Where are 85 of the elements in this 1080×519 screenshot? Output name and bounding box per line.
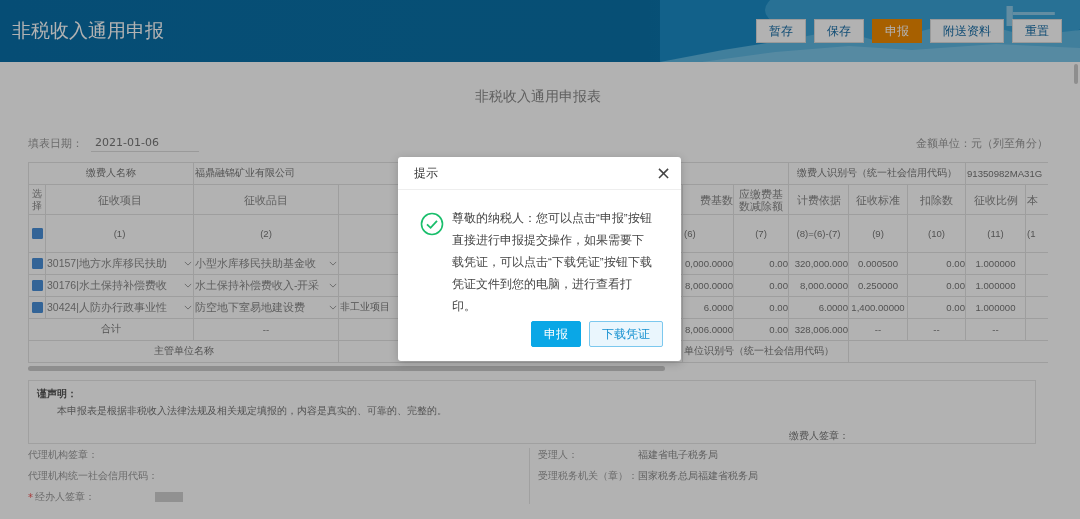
caret-icon <box>329 261 337 266</box>
table-cell: 0.00 <box>733 252 789 275</box>
check-circle-icon <box>420 212 444 236</box>
table-cell: 0.00 <box>907 274 966 297</box>
table-cell: (10) <box>907 214 966 253</box>
table-cell: -- <box>848 318 908 341</box>
dialog-title: 提示 <box>414 164 438 182</box>
toolbar-button[interactable]: 保存 <box>814 19 864 43</box>
table-cell: 6.0000 <box>788 296 849 319</box>
dialog-button[interactable]: 申报 <box>531 321 581 347</box>
table-cell: (1) <box>45 214 194 253</box>
date-field[interactable]: 2021-01-06 <box>91 134 199 152</box>
unit-note: 金额单位：元（列至角分） <box>916 135 1048 151</box>
table-cell: (11) <box>965 214 1026 253</box>
field-label: 受理税务机关（章）： <box>537 469 638 483</box>
column-header: 征收比例 <box>965 184 1026 215</box>
table-cell: 8,006.0000 <box>682 318 734 341</box>
toolbar-button[interactable]: 暂存 <box>756 19 806 43</box>
declaration-text: 本申报表是根据非税收入法律法规及相关规定填报的，内容是真实的、可靠的、完整的。 <box>56 404 448 418</box>
caret-icon <box>184 261 192 266</box>
column-header: 征收标准 <box>848 184 908 215</box>
column-header: 应缴费基数减除额 <box>733 184 789 215</box>
checkbox[interactable] <box>31 280 43 292</box>
field-value: 国家税务总局福建省税务局 <box>637 469 758 483</box>
table-cell: 缴费人名称 <box>28 162 194 185</box>
caret-icon <box>184 283 192 288</box>
column-header: 征收品目 <box>193 184 339 215</box>
signature-label: 缴费人签章： <box>789 429 849 443</box>
scrollbar[interactable] <box>1074 64 1078 84</box>
table-cell: -- <box>907 318 966 341</box>
table-cell: 合计 <box>28 318 194 341</box>
table-cell: 0.00 <box>733 274 789 297</box>
table-cell: 320,000.000 <box>788 252 849 275</box>
table-cell: (9) <box>848 214 908 253</box>
toolbar-button[interactable]: 附送资料 <box>930 19 1004 43</box>
required-mark: * <box>28 491 33 503</box>
table-cell: 0.00 <box>907 252 966 275</box>
caret-icon <box>184 305 192 310</box>
table-cell: 0.00 <box>733 318 789 341</box>
checkbox[interactable] <box>31 258 43 270</box>
table-cell: 1.000000 <box>965 296 1026 319</box>
table-cell: (7) <box>733 214 789 253</box>
checkbox[interactable] <box>31 228 43 240</box>
caret-icon <box>329 305 337 310</box>
form-title: 非税收入通用申报表 <box>474 87 602 106</box>
field-label: 经办人签章： <box>35 490 95 504</box>
table-cell: (8)=(6)-(7) <box>788 214 849 253</box>
field-value: 福建省电子税务局 <box>637 448 718 462</box>
column-header: 扣除数 <box>907 184 966 215</box>
checkbox[interactable] <box>31 302 43 314</box>
table-cell: 0.00 <box>907 296 966 319</box>
table-cell: -- <box>965 318 1026 341</box>
page-title: 非税收入通用申报 <box>12 18 164 43</box>
table-cell: -- <box>193 318 339 341</box>
table-cell: 6.0000 <box>682 296 734 319</box>
table-cell: 0.00 <box>733 296 789 319</box>
field-label: 代理机构签章： <box>28 448 98 462</box>
table-cell: 328,006.000 <box>788 318 849 341</box>
date-label: 填表日期： <box>28 135 83 151</box>
close-button[interactable]: × <box>655 164 671 182</box>
table-cell: 0.000500 <box>848 252 908 275</box>
table-cell: (2) <box>193 214 339 253</box>
column-header: 选择 <box>28 184 46 215</box>
toolbar-button[interactable]: 申报 <box>872 19 922 43</box>
dialog-button[interactable]: 下载凭证 <box>589 321 663 347</box>
table-cell: 8,000.0000 <box>682 274 734 297</box>
table-cell: 1,400.00000 <box>848 296 908 319</box>
scrollbar[interactable] <box>28 366 665 371</box>
dialog-message: 尊敬的纳税人：您可以点击“申报”按钮直接进行申报提交操作，如果需要下载凭证，可以点击“下载凭证”按钮下载凭证文件到您的电脑，进行查看打印。 <box>452 211 652 314</box>
column-header: 费基数 <box>682 184 734 215</box>
table-cell: 非工业项目 <box>340 301 390 312</box>
table-cell: 主管单位名称 <box>28 340 339 363</box>
caret-icon <box>329 283 337 288</box>
table-cell: 1.000000 <box>965 252 1026 275</box>
table-cell: 0.250000 <box>848 274 908 297</box>
table-cell: 0,000.0000 <box>682 252 734 275</box>
table-cell: 8,000.0000 <box>788 274 849 297</box>
table-cell: (6) <box>682 214 734 253</box>
column-header: 征收项目 <box>45 184 194 215</box>
declaration-title: 谨声明： <box>37 387 78 401</box>
column-header: 计费依据 <box>788 184 849 215</box>
table-cell: 1.000000 <box>965 274 1026 297</box>
table-cell: 91350982MA31G <box>965 162 1048 185</box>
field-label: 受理人： <box>537 448 579 462</box>
toolbar-button[interactable]: 重置 <box>1012 19 1062 43</box>
